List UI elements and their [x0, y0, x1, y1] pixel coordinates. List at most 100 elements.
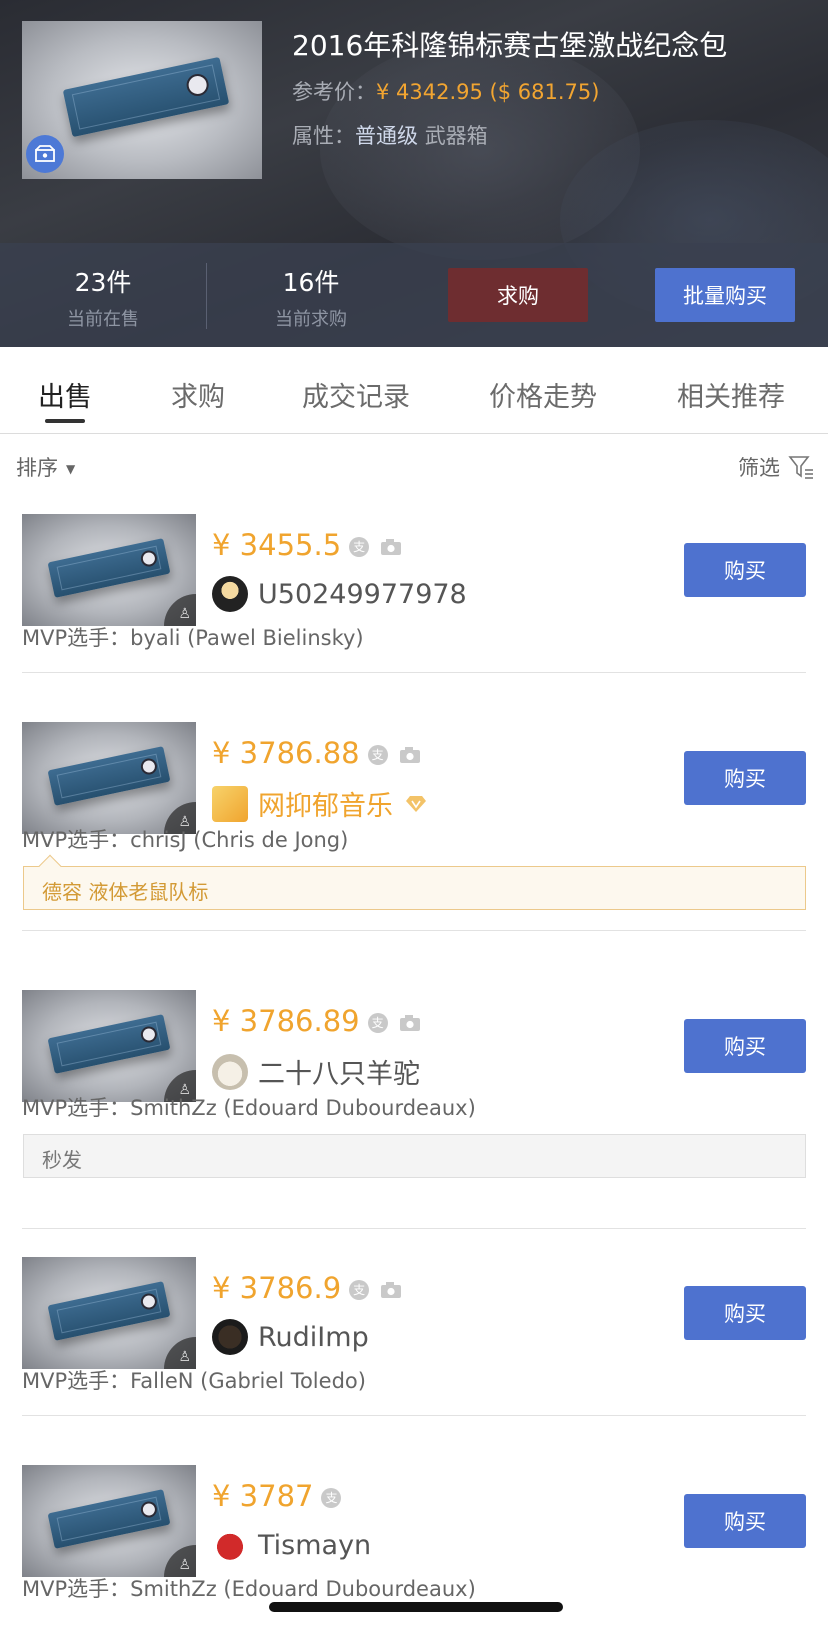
item-thumbnail[interactable]: ♙ — [22, 1465, 196, 1577]
home-indicator[interactable] — [269, 1602, 563, 1612]
mvp-label: MVP选手：SmithZz (Edouard Dubourdeaux) — [22, 1577, 476, 1601]
tab-recommend[interactable]: 相关推荐 — [677, 375, 785, 414]
seek-button[interactable]: 求购 — [448, 268, 588, 322]
active-tab-indicator — [45, 419, 85, 423]
sort-label: 排序 — [16, 456, 58, 480]
on-sale-count: 23件 — [74, 268, 132, 297]
buy-button[interactable]: 购买 — [684, 1494, 806, 1548]
note-text: 秒发 — [42, 1148, 82, 1172]
listing-price: ¥ 3786.9 支 — [212, 1271, 403, 1305]
seller-name: 二十八只羊驼 — [258, 1059, 420, 1090]
item-thumbnail[interactable]: ♙ — [22, 990, 196, 1102]
filter-button[interactable]: 筛选 — [738, 452, 814, 482]
case-graphic — [47, 1014, 171, 1074]
alipay-icon: 支 — [367, 745, 388, 765]
divider — [206, 263, 207, 329]
attr-type[interactable]: 武器箱 — [425, 124, 488, 148]
price-text: ¥ 3786.89 — [212, 1004, 360, 1038]
note-text: 德容 液体老鼠队标 — [42, 880, 209, 904]
seller-note: 秒发 — [23, 1134, 806, 1178]
avatar — [212, 1053, 248, 1090]
camera-icon — [399, 747, 420, 763]
alipay-icon: 支 — [349, 537, 370, 557]
tab-price-trend[interactable]: 价格走势 — [489, 375, 597, 414]
on-sale-stat: 23件 当前在售 — [8, 263, 198, 331]
buy-button[interactable]: 购买 — [684, 751, 806, 805]
seller-info[interactable]: 网抑郁音乐 — [212, 784, 427, 823]
sort-dropdown[interactable]: 排序 ▼ — [16, 452, 75, 482]
caret-down-icon: ▼ — [66, 462, 76, 476]
divider — [22, 1415, 806, 1416]
avatar — [212, 785, 248, 822]
tab-bar: 出售 求购 成交记录 价格走势 相关推荐 — [0, 347, 828, 434]
camera-icon — [381, 1282, 402, 1298]
stats-bar: 23件 当前在售 16件 当前求购 求购 批量购买 — [0, 243, 828, 347]
divider — [22, 672, 806, 673]
case-graphic — [47, 1281, 171, 1341]
listing-price: ¥ 3786.88 支 — [212, 736, 422, 770]
buy-button[interactable]: 购买 — [684, 1286, 806, 1340]
listing-price: ¥ 3786.89 支 — [212, 1004, 422, 1038]
camera-icon — [399, 1015, 420, 1031]
attr-label: 属性： — [292, 124, 355, 148]
filter-label: 筛选 — [738, 456, 780, 480]
container-icon — [26, 135, 64, 173]
product-image[interactable] — [22, 21, 262, 179]
case-graphic — [47, 1489, 171, 1549]
price-text: ¥ 3787 — [212, 1479, 314, 1513]
product-header: 2016年科隆锦标赛古堡激战纪念包 参考价：¥ 4342.95 ($ 681.7… — [0, 0, 828, 347]
case-graphic — [47, 538, 171, 598]
seller-info[interactable]: Tismayn — [212, 1527, 371, 1563]
price-label: 参考价： — [292, 80, 376, 104]
avatar — [212, 576, 248, 612]
sort-filter-bar: 排序 ▼ 筛选 — [0, 434, 828, 494]
seller-name: RudiImp — [258, 1321, 369, 1353]
mvp-label: MVP选手：byali (Pawel Bielinsky) — [22, 626, 364, 650]
alipay-icon: 支 — [367, 1013, 388, 1033]
note-arrow — [38, 854, 62, 878]
price-text: ¥ 3455.5 — [212, 528, 342, 562]
wanted-stat: 16件 当前求购 — [216, 263, 406, 331]
buy-button[interactable]: 购买 — [684, 543, 806, 597]
seller-name: 网抑郁音乐 — [258, 791, 393, 822]
seller-name: Tismayn — [258, 1529, 372, 1561]
seller-info[interactable]: U50249977978 — [212, 576, 467, 612]
listing-price: ¥ 3455.5 支 — [212, 528, 403, 562]
tab-wanted[interactable]: 求购 — [171, 375, 225, 414]
attr-quality[interactable]: 普通级 — [355, 124, 418, 148]
wanted-label: 当前求购 — [275, 309, 347, 330]
mvp-label: MVP选手：FalleN (Gabriel Toledo) — [22, 1369, 366, 1393]
item-thumbnail[interactable]: ♙ — [22, 514, 196, 626]
filter-icon — [788, 456, 813, 479]
case-graphic — [62, 56, 230, 138]
tab-history[interactable]: 成交记录 — [302, 375, 410, 414]
price-text: ¥ 3786.88 — [212, 736, 360, 770]
on-sale-label: 当前在售 — [67, 309, 139, 330]
mvp-label: MVP选手：SmithZz (Edouard Dubourdeaux) — [22, 1096, 476, 1120]
avatar — [212, 1527, 248, 1563]
seller-info[interactable]: RudiImp — [212, 1319, 369, 1355]
seller-note: 德容 液体老鼠队标 — [23, 854, 806, 910]
item-thumbnail[interactable]: ♙ — [22, 722, 196, 834]
listing-price: ¥ 3787 支 — [212, 1479, 342, 1513]
reference-price: 参考价：¥ 4342.95 ($ 681.75) — [292, 76, 599, 106]
wanted-count: 16件 — [282, 268, 340, 297]
divider — [22, 930, 806, 931]
alipay-icon: 支 — [349, 1280, 370, 1300]
vip-diamond-icon — [406, 795, 426, 812]
seller-name: U50249977978 — [258, 578, 467, 610]
avatar — [212, 1319, 248, 1355]
case-graphic — [47, 746, 171, 806]
bulk-buy-button[interactable]: 批量购买 — [655, 268, 795, 322]
mvp-label: MVP选手：chrisJ (Chris de Jong) — [22, 828, 349, 852]
camera-icon — [381, 539, 402, 555]
product-attributes: 属性：普通级 武器箱 — [292, 120, 488, 150]
product-title: 2016年科隆锦标赛古堡激战纪念包 — [292, 29, 728, 62]
tab-sell[interactable]: 出售 — [38, 375, 92, 414]
seller-info[interactable]: 二十八只羊驼 — [212, 1052, 420, 1091]
divider — [22, 1228, 806, 1229]
item-thumbnail[interactable]: ♙ — [22, 1257, 196, 1369]
buy-button[interactable]: 购买 — [684, 1019, 806, 1073]
price-text: ¥ 3786.9 — [212, 1271, 342, 1305]
price-value: ¥ 4342.95 ($ 681.75) — [376, 80, 600, 104]
